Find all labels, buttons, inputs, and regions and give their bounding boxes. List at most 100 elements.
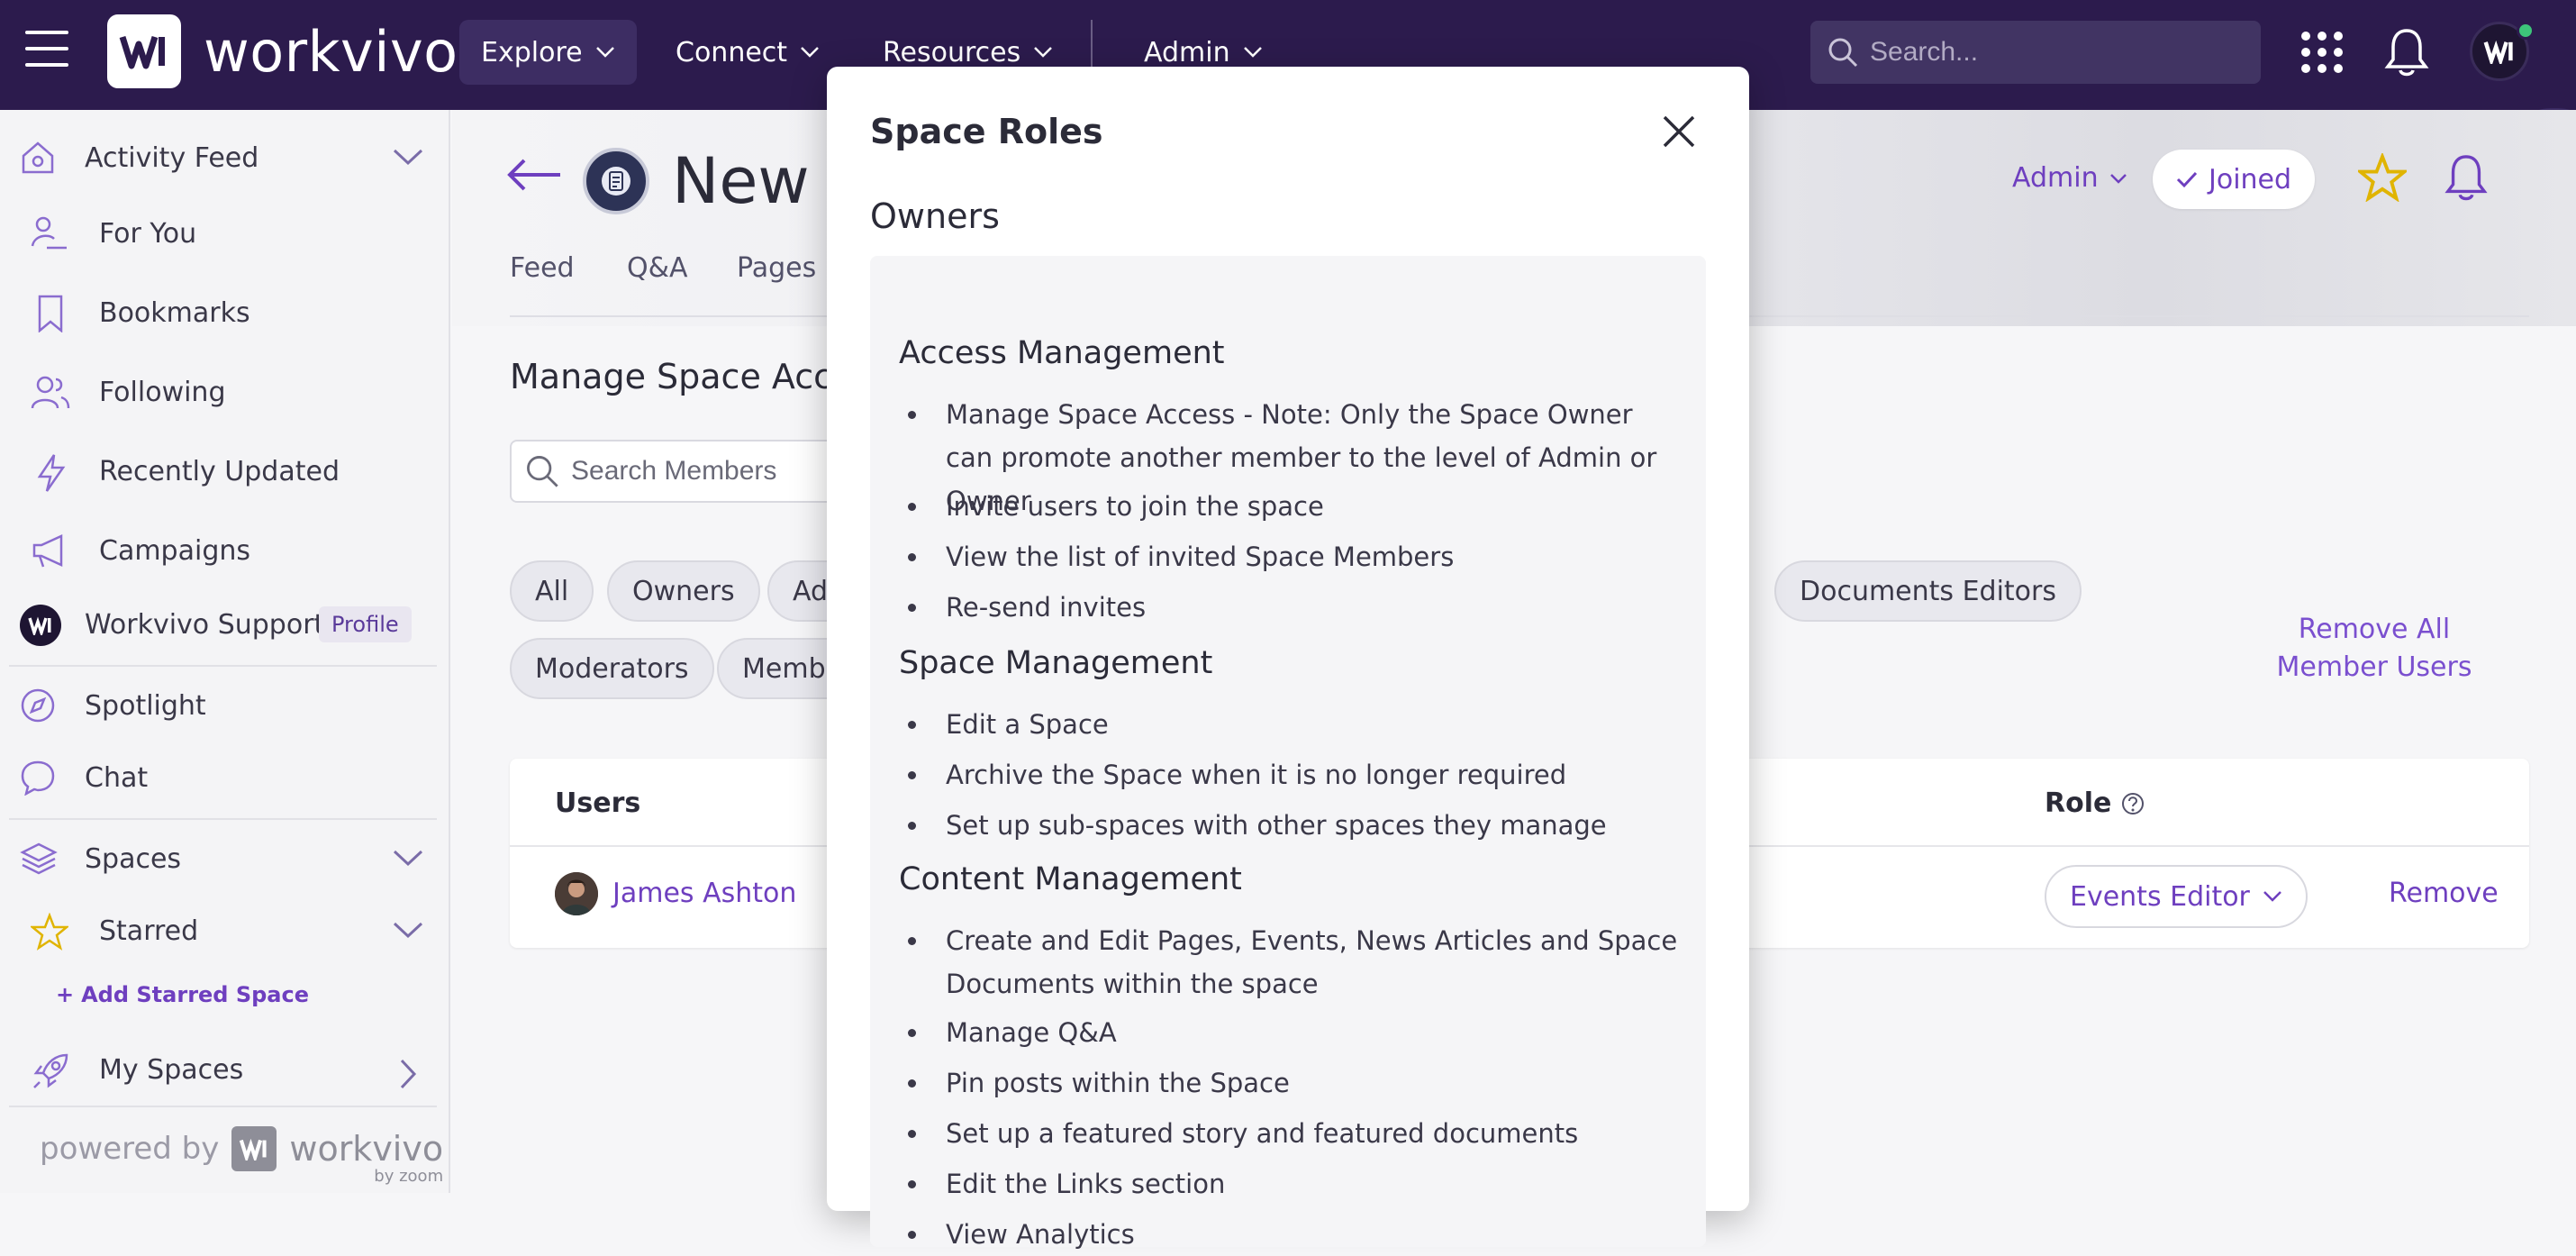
remove-all-member-users-link[interactable]: Remove All Member Users bbox=[2239, 611, 2509, 687]
joined-label: Joined bbox=[2209, 163, 2292, 196]
remove-member-button[interactable]: Remove bbox=[2389, 878, 2499, 909]
plus-icon: + bbox=[56, 982, 75, 1007]
member-name-link[interactable]: James Ashton bbox=[612, 878, 796, 909]
section-heading: Access Management bbox=[899, 335, 1225, 371]
nav-explore-label: Explore bbox=[481, 36, 583, 68]
filter-chip-moderators[interactable]: Moderators bbox=[510, 638, 714, 699]
sidebar-divider bbox=[9, 818, 437, 820]
sidebar-item-label: Following bbox=[99, 376, 226, 408]
online-status-indicator bbox=[2517, 22, 2535, 40]
permission-item: Pin posts within the Space bbox=[908, 1061, 1684, 1105]
section-heading: Content Management bbox=[899, 861, 1242, 897]
sidebar-item-label: Campaigns bbox=[99, 534, 251, 567]
star-favorite-icon[interactable] bbox=[2358, 153, 2407, 202]
search-icon bbox=[527, 456, 558, 487]
chevron-down-icon[interactable] bbox=[393, 850, 423, 868]
sidebar-item-label: Workvivo Support bbox=[85, 608, 325, 641]
close-icon[interactable] bbox=[1659, 112, 1699, 151]
sidebar-item-label: Chat bbox=[85, 761, 149, 794]
nav-explore[interactable]: Explore bbox=[459, 20, 637, 85]
role-dropdown[interactable]: Events Editor bbox=[2045, 865, 2308, 928]
manage-space-access-title: Manage Space Acce bbox=[510, 357, 854, 396]
bookmark-icon bbox=[38, 295, 63, 332]
sidebar-item-starred[interactable]: Starred bbox=[0, 895, 450, 967]
tab-qa[interactable]: Q&A bbox=[627, 252, 688, 284]
chevron-down-icon bbox=[595, 47, 614, 58]
permissions-panel: Access Management Manage Space Access - … bbox=[870, 256, 1706, 1250]
nav-admin-label: Admin bbox=[1144, 36, 1230, 68]
space-admin-dropdown[interactable]: Admin bbox=[2012, 162, 2127, 194]
powered-by-workvivo: powered by workvivo by zoom bbox=[40, 1126, 443, 1186]
sidebar-item-my-spaces[interactable]: My Spaces bbox=[0, 1033, 450, 1106]
lightning-icon bbox=[37, 454, 66, 492]
home-icon bbox=[22, 141, 54, 174]
avatar[interactable] bbox=[555, 872, 598, 915]
global-search[interactable] bbox=[1810, 21, 2261, 84]
sidebar-item-label: My Spaces bbox=[99, 1053, 244, 1086]
section-heading: Space Management bbox=[899, 645, 1213, 681]
powered-sub: by zoom bbox=[374, 1167, 444, 1186]
sidebar-item-for-you[interactable]: For You bbox=[0, 197, 450, 269]
role-dropdown-label: Events Editor bbox=[2070, 880, 2250, 913]
add-starred-label: Add Starred Space bbox=[81, 982, 309, 1007]
sidebar-item-label: Recently Updated bbox=[99, 455, 340, 487]
notifications-bell-icon[interactable] bbox=[2382, 25, 2431, 79]
column-header-role: Role bbox=[2045, 787, 2145, 819]
sidebar-item-recently-updated[interactable]: Recently Updated bbox=[0, 435, 450, 507]
sidebar-item-activity-feed[interactable]: Activity Feed bbox=[0, 122, 450, 194]
modal-title: Space Roles bbox=[870, 112, 1103, 151]
brand-name[interactable]: workvivo bbox=[204, 16, 458, 88]
space-notifications-bell-icon[interactable] bbox=[2443, 151, 2490, 204]
space-admin-label: Admin bbox=[2012, 162, 2099, 194]
layers-icon bbox=[20, 842, 58, 875]
sidebar-item-chat[interactable]: Chat bbox=[0, 742, 450, 814]
joined-button[interactable]: Joined bbox=[2153, 150, 2316, 209]
nav-resources-label: Resources bbox=[883, 36, 1021, 68]
column-header-users: Users bbox=[555, 787, 641, 819]
chevron-down-icon bbox=[2263, 891, 2281, 902]
permission-item: Edit a Space bbox=[908, 703, 1684, 746]
sidebar-item-bookmarks[interactable]: Bookmarks bbox=[0, 277, 450, 349]
filter-chip-all[interactable]: All bbox=[510, 560, 594, 622]
chevron-down-icon[interactable] bbox=[393, 922, 423, 940]
tab-pages[interactable]: Pages bbox=[737, 252, 816, 284]
filter-chip-documents-editors[interactable]: Documents Editors bbox=[1774, 560, 2082, 622]
sidebar-item-workvivo-support[interactable]: Workvivo Support Profile bbox=[0, 588, 450, 660]
sidebar-item-spotlight[interactable]: Spotlight bbox=[0, 669, 450, 742]
hamburger-menu-icon[interactable] bbox=[25, 31, 68, 68]
sidebar-item-following[interactable]: Following bbox=[0, 356, 450, 428]
clipboard-icon bbox=[602, 167, 630, 196]
filter-chip-owners[interactable]: Owners bbox=[607, 560, 760, 622]
sidebar-item-campaigns[interactable]: Campaigns bbox=[0, 514, 450, 587]
help-circle-icon[interactable] bbox=[2120, 791, 2145, 816]
sidebar-item-label: Spotlight bbox=[85, 689, 206, 722]
permission-item: Archive the Space when it is no longer r… bbox=[908, 753, 1684, 796]
workvivo-avatar-icon bbox=[20, 605, 61, 646]
sidebar-item-label: Bookmarks bbox=[99, 296, 250, 329]
permission-item: Edit the Links section bbox=[908, 1162, 1684, 1206]
workvivo-avatar-icon bbox=[2483, 40, 2513, 64]
space-avatar bbox=[583, 148, 649, 214]
permission-item: Invite users to join the space bbox=[908, 485, 1684, 528]
people-icon bbox=[31, 376, 70, 409]
profile-badge: Profile bbox=[319, 606, 412, 642]
global-search-input[interactable] bbox=[1870, 37, 2248, 68]
add-starred-space-link[interactable]: + Add Starred Space bbox=[56, 982, 309, 1007]
permission-item: View the list of invited Space Members bbox=[908, 535, 1684, 578]
chevron-right-icon[interactable] bbox=[400, 1059, 418, 1089]
permission-item: View Analytics bbox=[908, 1213, 1684, 1256]
chevron-down-icon bbox=[2109, 173, 2127, 184]
workvivo-logo-icon[interactable] bbox=[107, 14, 181, 88]
sidebar-item-label: For You bbox=[99, 217, 197, 250]
compass-icon bbox=[21, 688, 55, 723]
chevron-down-icon bbox=[1034, 47, 1053, 58]
sidebar-divider bbox=[9, 665, 437, 667]
apps-grid-icon[interactable] bbox=[2300, 25, 2344, 79]
sidebar-divider bbox=[9, 1106, 437, 1107]
back-arrow-icon[interactable] bbox=[506, 157, 562, 193]
chevron-down-icon[interactable] bbox=[393, 149, 423, 167]
nav-connect[interactable]: Connect bbox=[654, 20, 841, 85]
sidebar-item-spaces[interactable]: Spaces bbox=[0, 823, 450, 895]
tab-feed[interactable]: Feed bbox=[510, 252, 575, 284]
column-header-role-label: Role bbox=[2045, 787, 2112, 819]
